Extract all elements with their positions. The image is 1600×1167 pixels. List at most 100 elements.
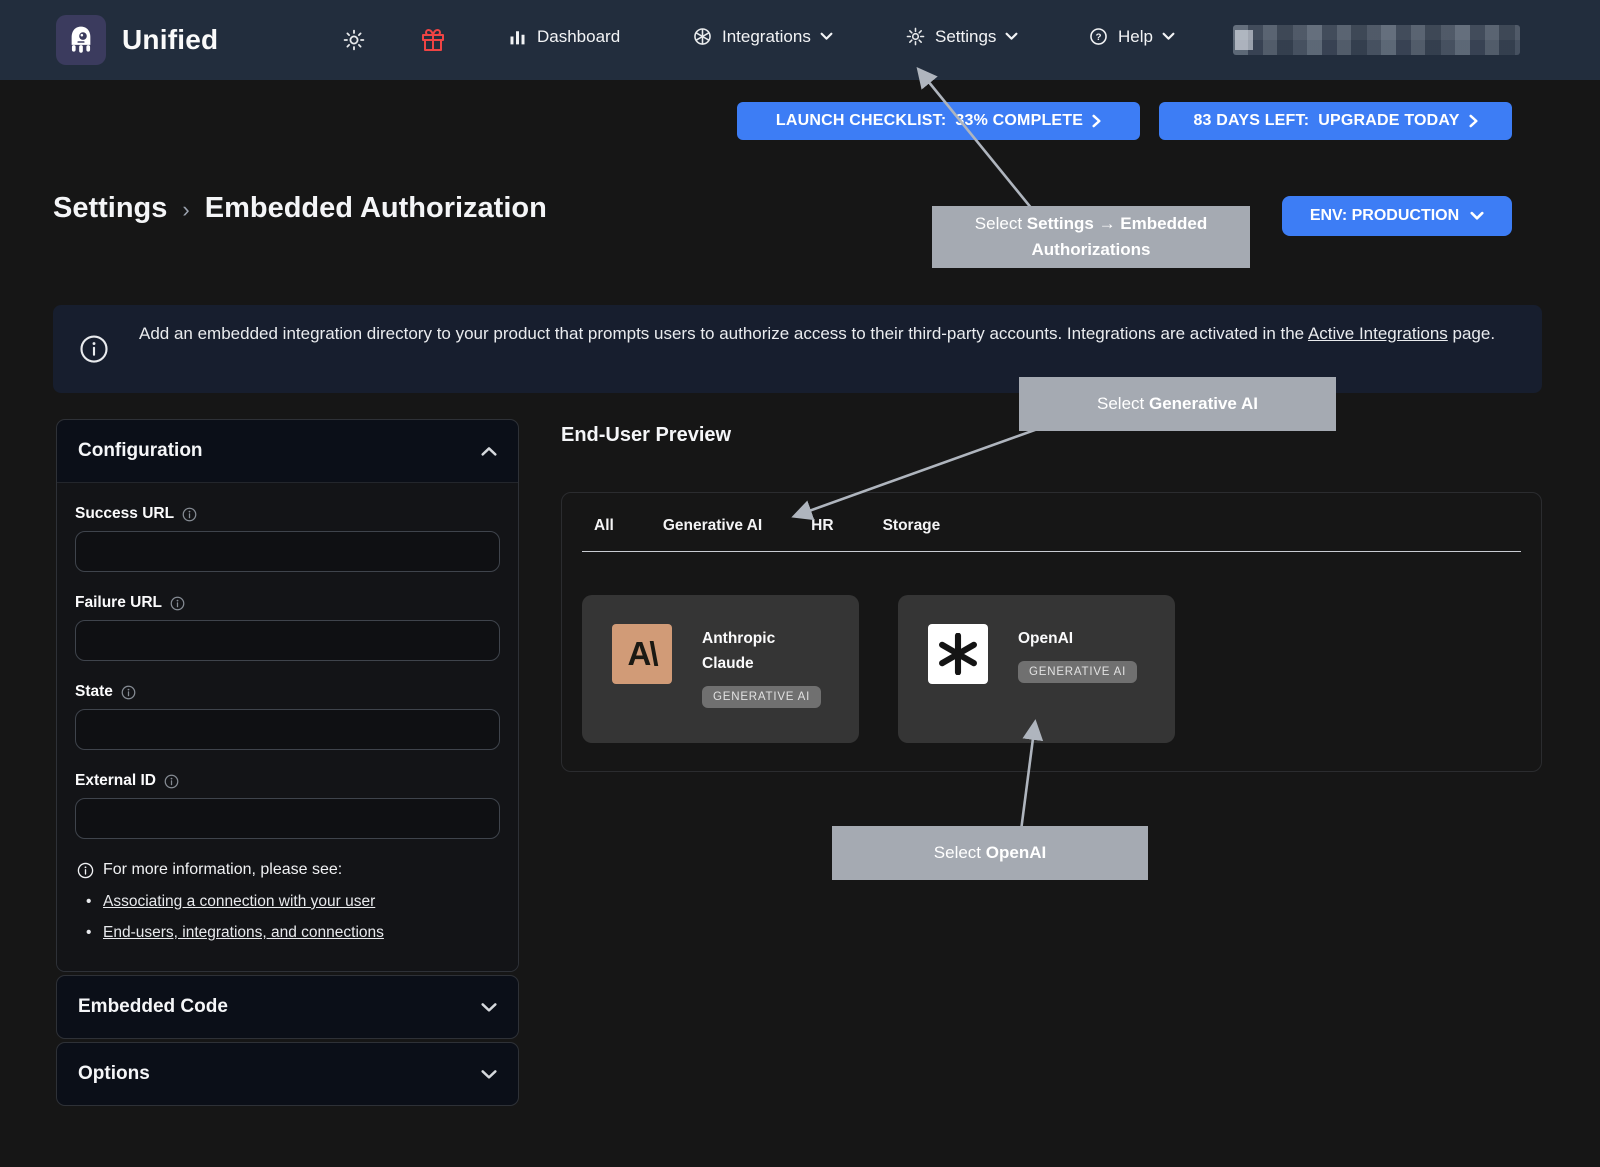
card-info: OpenAI GENERATIVE AI (1018, 624, 1168, 743)
integration-card-anthropic[interactable]: A\ Anthropic Claude GENERATIVE AI (582, 595, 859, 743)
callout-select-generative-ai: Select Generative AI (1019, 377, 1336, 431)
callout-select-openai: Select OpenAI (832, 826, 1148, 880)
chevron-down-icon (1470, 211, 1484, 221)
nav-item-dashboard[interactable]: Dashboard (507, 26, 620, 47)
more-info-row: For more information, please see: (77, 861, 500, 879)
options-title: Options (78, 1063, 150, 1085)
arrow-to-settings (919, 70, 1045, 225)
nav-label-dashboard: Dashboard (537, 27, 620, 47)
nav-label-integrations: Integrations (722, 27, 811, 47)
openai-logo (928, 624, 988, 684)
field-failure-url: Failure URL (75, 594, 500, 661)
nav-item-help[interactable]: ? Help (1088, 26, 1175, 47)
upgrade-value: UPGRADE TODAY (1318, 112, 1459, 130)
field-state: State (75, 683, 500, 750)
chevron-down-icon (481, 1069, 497, 1080)
card-name-openai: OpenAI (1018, 626, 1133, 651)
configuration-title: Configuration (78, 440, 203, 462)
page-title: Embedded Authorization (205, 192, 547, 225)
failure-url-label: Failure URL (75, 594, 162, 612)
field-external-id: External ID (75, 772, 500, 839)
doc-link-associating-connection[interactable]: Associating a connection with your user (103, 893, 375, 910)
breadcrumb: Settings › Embedded Authorization (53, 192, 547, 225)
chevron-right-icon (1469, 114, 1478, 128)
external-id-label: External ID (75, 772, 156, 790)
env-label: ENV: PRODUCTION (1310, 207, 1459, 225)
launch-checklist-button[interactable]: LAUNCH CHECKLIST: 33% COMPLETE (737, 102, 1140, 140)
end-user-preview-panel: All Generative AI HR Storage A\ Anthropi… (561, 492, 1542, 772)
callout-select-settings: Select Settings → Embedded Authorization… (932, 206, 1250, 268)
breadcrumb-separator: › (182, 195, 189, 223)
chevron-up-icon (481, 446, 497, 457)
breadcrumb-settings[interactable]: Settings (53, 192, 167, 225)
theme-toggle-sun-icon[interactable] (342, 28, 366, 52)
anthropic-logo: A\ (612, 624, 672, 684)
integration-card-openai[interactable]: OpenAI GENERATIVE AI (898, 595, 1175, 743)
nav-label-settings: Settings (935, 27, 996, 47)
doc-link-endusers-integrations[interactable]: End-users, integrations, and connections (103, 924, 384, 941)
options-header[interactable]: Options (57, 1043, 518, 1105)
bar-chart-icon (507, 26, 528, 47)
field-success-url: Success URL (75, 505, 500, 572)
card-info: Anthropic Claude GENERATIVE AI (702, 624, 852, 743)
success-url-label: Success URL (75, 505, 174, 523)
info-icon[interactable] (164, 774, 179, 789)
tab-all[interactable]: All (594, 517, 614, 535)
configuration-body: Success URL Failure URL State (57, 482, 518, 971)
doc-link-item: End-users, integrations, and connections (103, 924, 500, 942)
nav-item-settings[interactable]: Settings (905, 26, 1018, 47)
chevron-down-icon (481, 1002, 497, 1013)
external-id-input[interactable] (75, 798, 500, 839)
chevron-down-icon (820, 32, 833, 41)
info-icon (77, 862, 94, 879)
more-info-text: For more information, please see: (103, 861, 342, 879)
launch-checklist-label: LAUNCH CHECKLIST: (776, 112, 947, 130)
callout-text: Select Settings → Embedded Authorization… (946, 211, 1236, 263)
chevron-down-icon (1162, 32, 1175, 41)
gift-icon[interactable] (421, 28, 445, 52)
env-production-button[interactable]: ENV: PRODUCTION (1282, 196, 1512, 236)
card-name-anthropic: Anthropic Claude (702, 626, 817, 676)
callout-text: Select Generative AI (1097, 391, 1258, 417)
octopus-mascot-icon (64, 23, 98, 57)
launch-checklist-value: 33% COMPLETE (955, 112, 1083, 130)
options-section: Options (56, 1042, 519, 1106)
configuration-header[interactable]: Configuration (57, 420, 518, 482)
failure-url-input[interactable] (75, 620, 500, 661)
banner-text-main: Add an embedded integration directory to… (139, 324, 1308, 343)
tab-generative-ai[interactable]: Generative AI (663, 517, 762, 535)
info-icon[interactable] (121, 685, 136, 700)
category-badge: GENERATIVE AI (702, 686, 821, 708)
doc-link-item: Associating a connection with your user (103, 893, 500, 911)
nav-label-help: Help (1118, 27, 1153, 47)
embedded-code-title: Embedded Code (78, 996, 228, 1018)
active-integrations-link[interactable]: Active Integrations (1308, 324, 1448, 343)
tab-hr[interactable]: HR (811, 517, 833, 535)
banner-text: Add an embedded integration directory to… (139, 319, 1499, 349)
configuration-section: Configuration Success URL Failure URL (56, 419, 519, 972)
openai-mark-icon (937, 633, 979, 675)
integration-cards: A\ Anthropic Claude GENERATIVE AI (582, 595, 1521, 743)
tab-storage[interactable]: Storage (883, 517, 941, 535)
state-input[interactable] (75, 709, 500, 750)
redacted-user-account[interactable] (1233, 25, 1520, 55)
state-label: State (75, 683, 113, 701)
info-icon (79, 334, 109, 364)
help-circle-icon: ? (1088, 26, 1109, 47)
integrations-hub-icon (692, 26, 713, 47)
embedded-code-header[interactable]: Embedded Code (57, 976, 518, 1038)
nav-item-integrations[interactable]: Integrations (692, 26, 833, 47)
unified-logo[interactable] (56, 15, 106, 65)
end-user-preview-title: End-User Preview (561, 424, 731, 447)
success-url-input[interactable] (75, 531, 500, 572)
info-icon[interactable] (170, 596, 185, 611)
gear-icon (905, 26, 926, 47)
chevron-right-icon (1092, 114, 1101, 128)
info-icon[interactable] (182, 507, 197, 522)
configuration-column: Configuration Success URL Failure URL (56, 419, 519, 1106)
banner-text-suffix: page. (1448, 324, 1495, 343)
upgrade-button[interactable]: 83 DAYS LEFT: UPGRADE TODAY (1159, 102, 1512, 140)
days-left-label: 83 DAYS LEFT: (1193, 112, 1309, 130)
brand-name: Unified (122, 24, 218, 56)
svg-text:?: ? (1096, 32, 1102, 43)
